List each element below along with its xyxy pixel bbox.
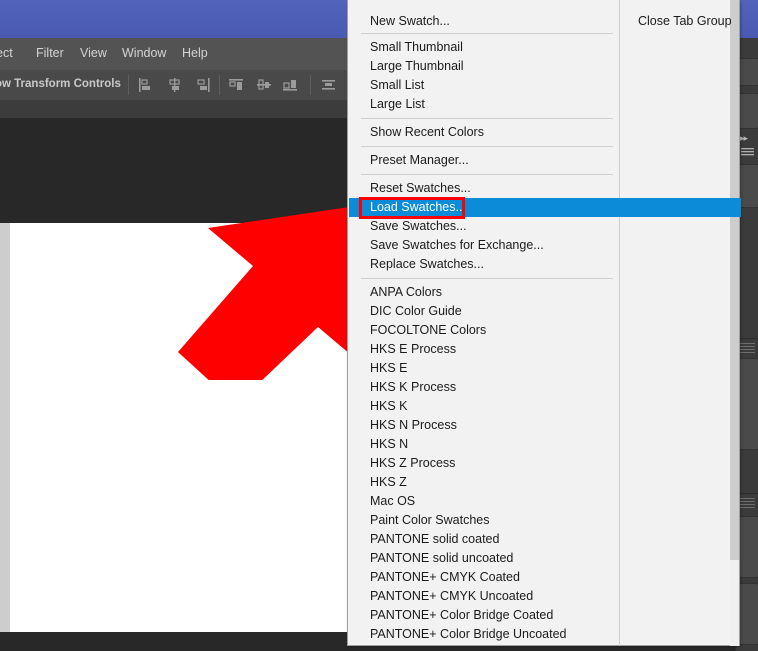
menu-item-paint-color-swatches[interactable]: Paint Color Swatches: [349, 511, 618, 530]
menubar-item-help[interactable]: Help: [182, 46, 208, 60]
dock-panel-button-5[interactable]: [738, 516, 758, 578]
dock-divider-2: [737, 493, 758, 494]
menu-item-large-list[interactable]: Large List: [349, 95, 618, 114]
menu-item-load-swatches[interactable]: Load Swatches...: [349, 198, 741, 217]
dock-panel-button-6[interactable]: [738, 583, 758, 645]
panel-grip-icon[interactable]: [740, 343, 755, 353]
dock-divider-1: [737, 338, 758, 339]
menu-item-hks-k-process[interactable]: HKS K Process: [349, 378, 618, 397]
menu-item-hks-e[interactable]: HKS E: [349, 359, 618, 378]
dock-panel-button-1[interactable]: [738, 58, 758, 86]
menu-item-replace-swatches[interactable]: Replace Swatches...: [349, 255, 618, 274]
show-transform-controls-label[interactable]: ow Transform Controls: [0, 78, 121, 90]
panel-collapse-chevrons-icon[interactable]: ▸▸: [740, 133, 748, 143]
align-left-edges-icon[interactable]: [138, 77, 155, 93]
menu-item-save-swatches[interactable]: Save Swatches...: [349, 217, 618, 236]
align-bottom-edges-icon[interactable]: [282, 77, 299, 93]
align-right-edges-icon[interactable]: [194, 77, 211, 93]
dock-panel-button-2[interactable]: [738, 93, 758, 129]
options-divider-3: [310, 75, 311, 95]
align-top-edges-icon[interactable]: [228, 77, 245, 93]
menu-item-pantone-color-bridge-coated[interactable]: PANTONE+ Color Bridge Coated: [349, 606, 618, 625]
menu-item-small-list[interactable]: Small List: [349, 76, 618, 95]
menu-item-pantone-solid-coated[interactable]: PANTONE solid coated: [349, 530, 618, 549]
align-vertical-centers-icon[interactable]: [256, 77, 273, 93]
menu-item-anpa-colors[interactable]: ANPA Colors: [349, 283, 618, 302]
menu-separator-4: [361, 174, 613, 175]
flyout-scrollbar[interactable]: [730, 0, 739, 646]
menu-item-pantone-cmyk-coated[interactable]: PANTONE+ CMYK Coated: [349, 568, 618, 587]
options-divider: [128, 75, 129, 95]
dock-panel-button-3[interactable]: [738, 164, 758, 208]
distribute-top-edges-icon[interactable]: [320, 77, 337, 93]
photoshop-application-window: ect Filter View Window Help ow Transform…: [0, 0, 758, 651]
menu-separator-3: [361, 146, 613, 147]
menubar-item-window[interactable]: Window: [122, 46, 166, 60]
menu-item-hks-n-process[interactable]: HKS N Process: [349, 416, 618, 435]
menu-item-focoltone-colors[interactable]: FOCOLTONE Colors: [349, 321, 618, 340]
menu-item-pantone-color-bridge-uncoated[interactable]: PANTONE+ Color Bridge Uncoated: [349, 625, 618, 644]
menubar-item-filter[interactable]: Filter: [36, 46, 64, 60]
menu-item-hks-k[interactable]: HKS K: [349, 397, 618, 416]
menu-separator-5: [361, 278, 613, 279]
menu-item-hks-n[interactable]: HKS N: [349, 435, 618, 454]
menu-item-large-thumbnail[interactable]: Large Thumbnail: [349, 57, 618, 76]
menu-item-pantone-cmyk-uncoated[interactable]: PANTONE+ CMYK Uncoated: [349, 587, 618, 606]
panel-grip-icon-2[interactable]: [740, 498, 755, 508]
flyout-column-divider: [619, 0, 620, 646]
menu-item-close-tab-group[interactable]: Close Tab Group: [620, 12, 739, 31]
options-divider-2: [219, 75, 220, 95]
menu-separator-1: [361, 33, 613, 34]
menu-item-hks-z-process[interactable]: HKS Z Process: [349, 454, 618, 473]
menu-separator-2: [361, 118, 613, 119]
menu-item-save-swatches-for-exchange[interactable]: Save Swatches for Exchange...: [349, 236, 618, 255]
menu-item-preset-manager[interactable]: Preset Manager...: [349, 151, 618, 170]
panel-menu-lines-icon[interactable]: [741, 148, 754, 157]
dock-panel-button-4[interactable]: [738, 358, 758, 450]
menu-item-pantone-solid-uncoated[interactable]: PANTONE solid uncoated: [349, 549, 618, 568]
menu-item-small-thumbnail[interactable]: Small Thumbnail: [349, 38, 618, 57]
swatches-panel-flyout-menu: New Swatch... Small Thumbnail Large Thum…: [347, 0, 741, 646]
canvas-left-margin: [0, 223, 10, 632]
menubar-item-view[interactable]: View: [80, 46, 107, 60]
menu-item-reset-swatches[interactable]: Reset Swatches...: [349, 179, 618, 198]
align-horizontal-centers-icon[interactable]: [166, 77, 183, 93]
menu-item-show-recent-colors[interactable]: Show Recent Colors: [349, 123, 618, 142]
menu-item-hks-e-process[interactable]: HKS E Process: [349, 340, 618, 359]
menu-item-hks-z[interactable]: HKS Z: [349, 473, 618, 492]
menu-item-mac-os[interactable]: Mac OS: [349, 492, 618, 511]
menu-item-dic-color-guide[interactable]: DIC Color Guide: [349, 302, 618, 321]
menubar-item-select[interactable]: ect: [0, 46, 13, 60]
flyout-scrollbar-thumb[interactable]: [730, 0, 739, 560]
menu-item-new-swatch[interactable]: New Swatch...: [349, 12, 618, 31]
